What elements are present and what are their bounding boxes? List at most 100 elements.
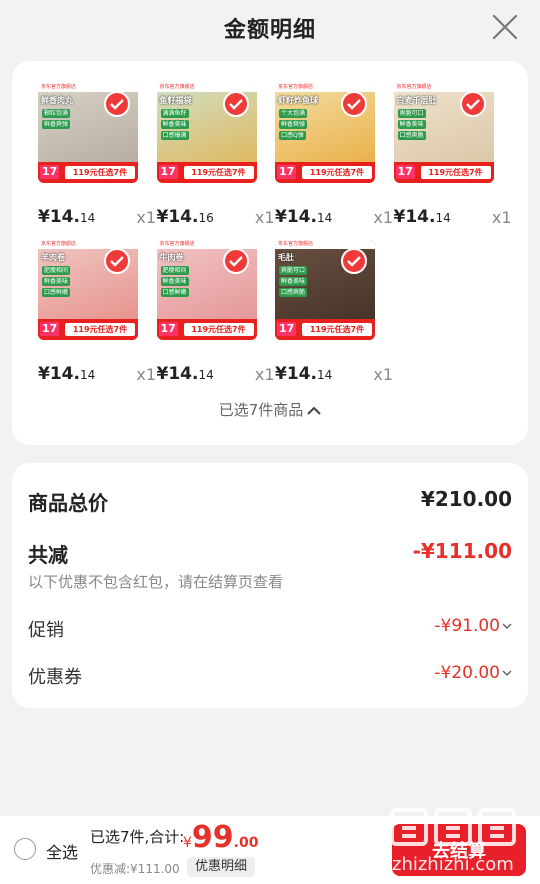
check-icon[interactable] bbox=[104, 91, 130, 117]
product-price: ¥14.14 bbox=[394, 207, 451, 227]
total-decimal: .00 bbox=[233, 835, 259, 851]
product-promo-label: 119元任选7件 bbox=[183, 166, 254, 179]
product-image[interactable]: 京东官方旗舰店 鱼籽福袋 满满鱼籽 鲜香美味 口感爆满 17 119元任选7件 bbox=[156, 83, 257, 183]
product-price-decimal: 16 bbox=[198, 211, 214, 225]
selected-items-toggle[interactable]: 已选7件商品 bbox=[12, 399, 528, 420]
product-image[interactable]: 京东官方旗舰店 毛肚 爽脆可口 鲜香美味 口感爽脆 17 119元任选7件 bbox=[275, 240, 375, 340]
check-icon[interactable] bbox=[104, 248, 130, 274]
product-item[interactable]: 京东官方旗舰店 鱼籽福袋 满满鱼籽 鲜香美味 口感爆满 17 119元任选7件 ¥14.16 x… bbox=[156, 83, 275, 233]
product-price-integer: ¥14. bbox=[156, 207, 199, 227]
product-quantity: x1 bbox=[254, 365, 275, 384]
check-icon[interactable] bbox=[459, 91, 486, 117]
product-promo-strip: 17 119元任选7件 bbox=[38, 319, 138, 340]
product-name-tag: 鲜香肉丸 bbox=[41, 96, 73, 105]
product-price-line: ¥14.14 x1 bbox=[157, 364, 275, 384]
product-store-banner: 京东官方旗舰店 bbox=[38, 240, 138, 249]
product-quantity: x1 bbox=[136, 208, 156, 227]
discount-detail-button[interactable]: 优惠明细 bbox=[187, 857, 255, 877]
promo-value-wrap: -¥91.00 bbox=[434, 616, 512, 636]
product-quantity: x1 bbox=[373, 365, 393, 384]
product-price-line: ¥14.16 x1 bbox=[157, 207, 275, 227]
product-feature-tag: 肥瘦相间 bbox=[160, 266, 189, 275]
product-item[interactable]: 京东官方旗舰店 鲜香肉丸 颗粒饱满 鲜香爽弹 17 119元任选7件 ¥14.14 x1 bbox=[38, 83, 156, 233]
product-tile-price: 17 bbox=[277, 165, 297, 179]
product-promo-label: 119元任选7件 bbox=[183, 323, 254, 336]
product-quantity: x1 bbox=[373, 208, 393, 227]
product-promo-label: 119元任选7件 bbox=[302, 166, 372, 179]
product-store-banner: 京东官方旗舰店 bbox=[156, 240, 257, 249]
product-image[interactable]: 京东官方旗舰店 羊肉卷 肥瘦相间 鲜香美味 口感鲜嫩 17 119元任选7件 bbox=[38, 240, 138, 340]
chevron-down-icon bbox=[500, 616, 512, 636]
product-feature-tag: 颗粒饱满 bbox=[42, 109, 71, 118]
product-price: ¥14.14 bbox=[38, 364, 95, 384]
product-price: ¥14.14 bbox=[275, 207, 332, 227]
product-price-integer: ¥14. bbox=[393, 207, 436, 227]
product-quantity: x1 bbox=[491, 208, 512, 227]
product-feature-tag: 鲜香美味 bbox=[397, 120, 426, 129]
product-price-line: ¥14.14 x1 bbox=[38, 364, 156, 384]
bottom-bar: 全选 已选7件,合计: ¥99.00 优惠减:¥111.00 优惠明细 去结算 bbox=[0, 816, 540, 884]
product-promo-strip: 17 119元任选7件 bbox=[156, 162, 257, 183]
select-all-label[interactable]: 全选 bbox=[46, 839, 78, 863]
promo-value: -¥91.00 bbox=[434, 616, 500, 636]
product-tile-price: 17 bbox=[40, 322, 60, 336]
product-feature-tag: 口感鲜嫩 bbox=[160, 288, 189, 297]
product-price: ¥14.14 bbox=[157, 364, 214, 384]
product-tile-price: 17 bbox=[395, 165, 415, 179]
check-icon[interactable] bbox=[341, 91, 367, 117]
product-store-banner: 京东官方旗舰店 bbox=[275, 240, 375, 249]
promo-label: 促销 bbox=[28, 620, 64, 641]
product-feature-tag: 爽脆可口 bbox=[397, 109, 426, 118]
coupon-value: -¥20.00 bbox=[434, 663, 500, 683]
product-item[interactable]: 京东官方旗舰店 虾籽炸鱼球 个大饱满 鲜香爽弹 口感Q弹 17 119元任选7件 ¥14.14… bbox=[275, 83, 393, 233]
checkout-button[interactable]: 去结算 bbox=[392, 824, 526, 876]
product-price-line: ¥14.14 x1 bbox=[275, 364, 393, 384]
product-feature-tag: 鲜香爽弹 bbox=[42, 120, 71, 129]
product-quantity: x1 bbox=[136, 365, 156, 384]
product-feature-tag: 个大饱满 bbox=[279, 109, 308, 118]
select-all-radio[interactable] bbox=[14, 838, 36, 860]
product-promo-label: 119元任选7件 bbox=[302, 323, 372, 336]
close-icon[interactable] bbox=[490, 12, 520, 42]
product-image[interactable]: 京东官方旗舰店 鲜香肉丸颗粒饱满鲜香爽弹 17 119元任选7件 bbox=[38, 83, 138, 183]
product-item[interactable]: 京东官方旗舰店 羊肉卷 肥瘦相间 鲜香美味 口感鲜嫩 17 119元任选7件 ¥14.14 x1 bbox=[38, 240, 156, 390]
product-item[interactable]: 京东官方旗舰店 白麦千层肚 爽脆可口 鲜香美味 口感爽脆 17 119元任选7件 ¥14.14… bbox=[393, 83, 512, 233]
product-feature-tag: 鲜香美味 bbox=[160, 120, 189, 129]
product-promo-strip: 17 119元任选7件 bbox=[275, 319, 375, 340]
chevron-up-icon bbox=[303, 401, 321, 419]
product-price-line: ¥14.14 x1 bbox=[394, 207, 512, 227]
product-promo-strip: 17 119元任选7件 bbox=[393, 162, 494, 183]
product-item[interactable]: 京东官方旗舰店 牛肉卷 肥瘦相间 鲜香美味 口感鲜嫩 17 119元任选7件 ¥14.14 x1 bbox=[156, 240, 275, 390]
check-icon[interactable] bbox=[341, 248, 367, 274]
product-feature-tag: 口感鲜嫩 bbox=[42, 288, 71, 297]
product-price: ¥14.14 bbox=[275, 364, 332, 384]
product-image[interactable]: 京东官方旗舰店 白麦千层肚 爽脆可口 鲜香美味 口感爽脆 17 119元任选7件 bbox=[393, 83, 494, 183]
product-price-decimal: 14 bbox=[435, 211, 451, 225]
product-item[interactable]: 京东官方旗舰店 毛肚 爽脆可口 鲜香美味 口感爽脆 17 119元任选7件 ¥14.14 x1 bbox=[275, 240, 393, 390]
discount-note: 以下优惠不包含红包，请在结算页查看 bbox=[28, 573, 284, 591]
product-feature-tag: 满满鱼籽 bbox=[160, 109, 189, 118]
page-title: 金额明细 bbox=[223, 18, 316, 43]
product-price-integer: ¥14. bbox=[275, 207, 317, 227]
product-price-decimal: 14 bbox=[79, 211, 96, 225]
products-card: 京东官方旗舰店 鲜香肉丸 颗粒饱满 鲜香爽弹 17 119元任选7件 ¥14.14 x1 京东官… bbox=[12, 61, 528, 445]
footer-discount: 优惠减:¥111.00 bbox=[90, 862, 180, 876]
selected-total-label: 已选7件,合计: bbox=[90, 828, 185, 846]
product-image[interactable]: 京东官方旗舰店 虾籽炸鱼球 个大饱满 鲜香爽弹 口感Q弹 17 119元任选7件 bbox=[275, 83, 375, 183]
check-icon[interactable] bbox=[222, 91, 249, 117]
product-tile-price: 17 bbox=[158, 165, 178, 179]
product-feature-tag: 口感爽脆 bbox=[397, 131, 426, 140]
product-tile-price: 17 bbox=[158, 322, 178, 336]
product-price-integer: ¥14. bbox=[38, 364, 80, 384]
product-name-tag: 白麦千层肚 bbox=[396, 96, 437, 105]
product-promo-label: 119元任选7件 bbox=[65, 166, 135, 179]
product-feature-tag: 爽脆可口 bbox=[279, 266, 308, 275]
total-label: 商品总价 bbox=[28, 491, 108, 515]
coupon-label: 优惠券 bbox=[28, 667, 82, 688]
product-store-banner: 京东官方旗舰店 bbox=[38, 83, 138, 92]
product-feature-tag: 鲜香美味 bbox=[160, 277, 189, 286]
total-amount: ¥99.00 bbox=[183, 820, 258, 855]
check-icon[interactable] bbox=[222, 248, 249, 274]
product-image[interactable]: 京东官方旗舰店 牛肉卷 肥瘦相间 鲜香美味 口感鲜嫩 17 119元任选7件 bbox=[156, 240, 257, 340]
product-promo-strip: 17 119元任选7件 bbox=[38, 162, 138, 183]
